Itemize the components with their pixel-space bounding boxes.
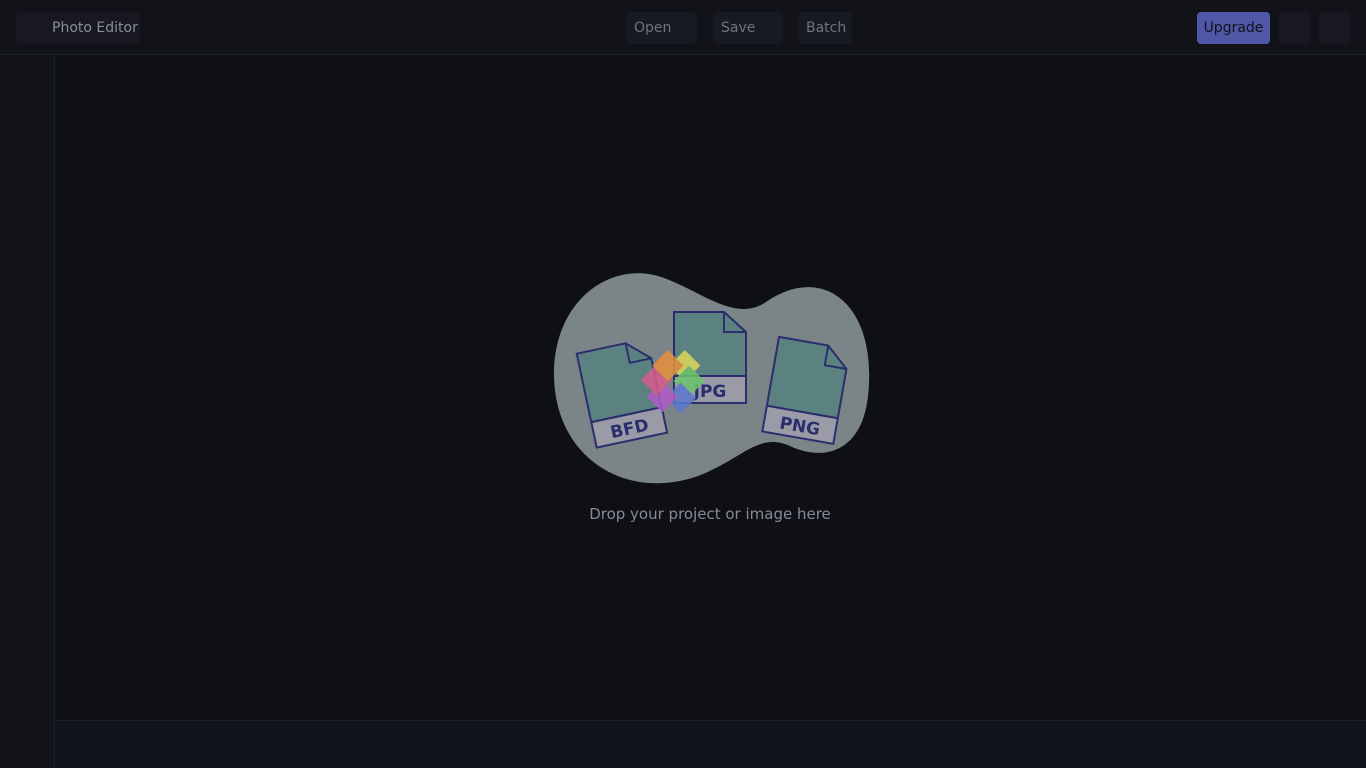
dropzone-message: Drop your project or image here [589,505,831,523]
save-button[interactable]: Save [713,12,783,44]
app-title: Photo Editor [52,20,138,36]
file-types-illustration: BFD JPG PNG [554,273,870,484]
toolbar-icon-button-1[interactable] [1279,12,1311,44]
upgrade-label: Upgrade [1203,20,1264,36]
top-toolbar: Photo Editor Open Save Batch Upgrade [0,0,1366,55]
toolbar-icon-button-2[interactable] [1319,12,1351,44]
bottom-panel [56,720,1366,768]
open-label: Open [634,20,672,36]
open-button[interactable]: Open [626,12,697,44]
left-tool-sidebar [0,56,55,768]
save-label: Save [721,20,756,36]
upgrade-button[interactable]: Upgrade [1197,12,1270,44]
batch-button[interactable]: Batch [798,12,852,44]
app-title-button[interactable]: Photo Editor [16,12,140,44]
batch-label: Batch [806,20,847,36]
